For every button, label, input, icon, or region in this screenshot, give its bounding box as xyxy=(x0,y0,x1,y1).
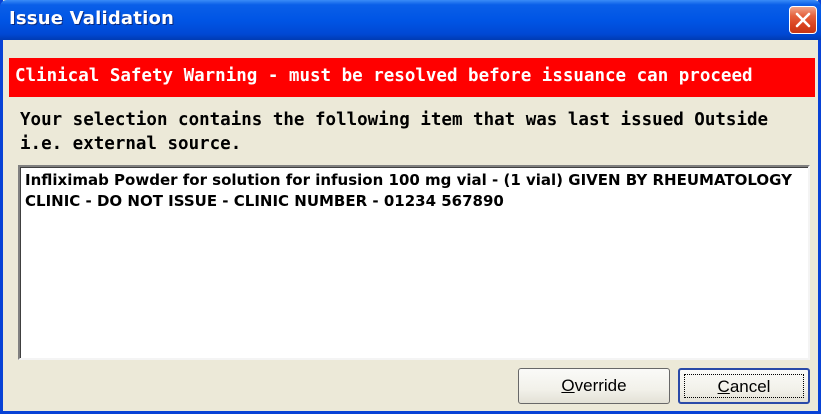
title-bar[interactable]: Issue Validation xyxy=(0,0,821,40)
item-details-text: Infliximab Powder for solution for infus… xyxy=(25,171,792,210)
cancel-access-key: C xyxy=(717,377,730,396)
override-label: verride xyxy=(574,376,627,395)
close-button[interactable] xyxy=(789,6,817,34)
cancel-label: ancel xyxy=(729,377,771,396)
validation-message: Your selection contains the following it… xyxy=(20,110,769,154)
cancel-focus-ring: Cancel xyxy=(684,374,804,398)
clinical-safety-warning-banner: Clinical Safety Warning - must be resolv… xyxy=(9,58,815,97)
warning-text: Clinical Safety Warning - must be resolv… xyxy=(15,66,753,86)
close-icon xyxy=(795,12,811,28)
issue-validation-dialog: Issue Validation Clinical Safety Warning… xyxy=(0,0,821,414)
window-title: Issue Validation xyxy=(9,8,175,29)
cancel-button[interactable]: Cancel xyxy=(678,368,810,404)
override-access-key: O xyxy=(561,376,575,395)
item-details-textbox[interactable]: Infliximab Powder for solution for infus… xyxy=(18,165,810,360)
override-button[interactable]: Override xyxy=(518,368,670,404)
